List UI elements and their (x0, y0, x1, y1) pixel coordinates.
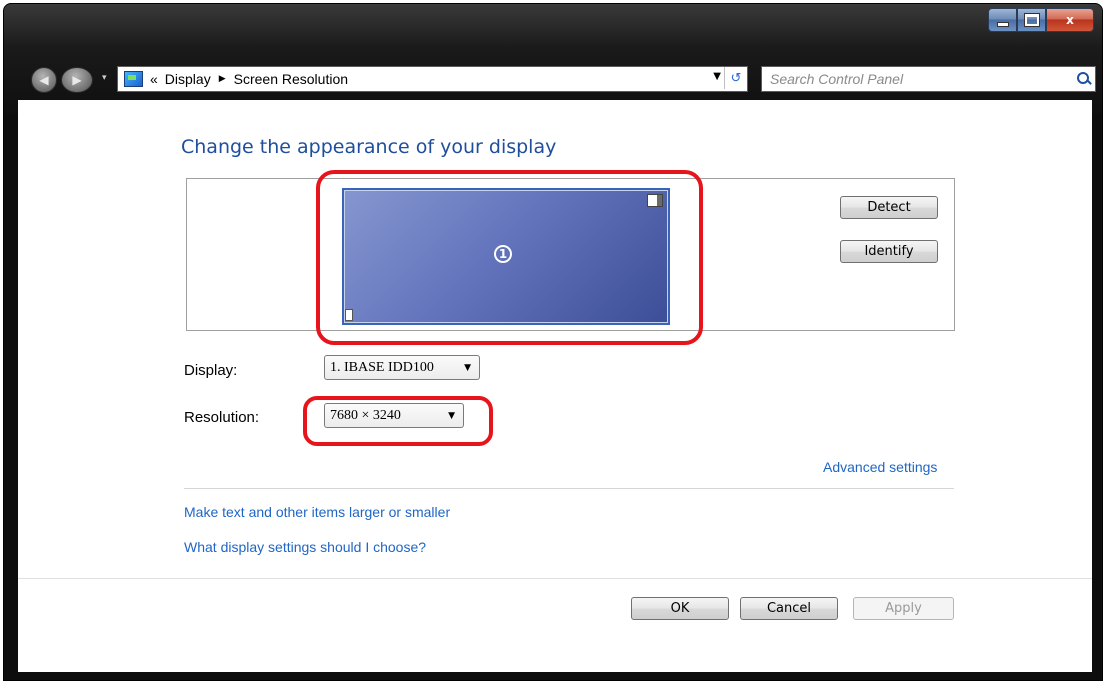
forward-arrow-icon: ▶ (72, 73, 82, 87)
resolution-select-value: 7680 × 3240 (330, 407, 401, 423)
screen-resolution-window: x ◀ ▶ ▾ « Display ▶ Screen Resolution ▼ … (4, 4, 1102, 680)
monitor-arrangement-panel: 1 Detect Identify (186, 178, 955, 331)
chevron-down-icon: ▼ (448, 410, 455, 421)
refresh-icon[interactable]: ↺ (724, 67, 747, 89)
footer-divider (18, 578, 1092, 579)
back-arrow-icon: ◀ (39, 73, 49, 87)
minimize-button[interactable] (988, 8, 1017, 32)
chevron-down-icon: ▼ (464, 362, 471, 373)
breadcrumb-separator-icon[interactable]: ▶ (219, 74, 226, 84)
control-panel-icon (124, 71, 143, 87)
navigation-bar: ◀ ▶ ▾ « Display ▶ Screen Resolution ▼ ↺ (4, 64, 1102, 94)
display-select-value: 1. IBASE IDD100 (330, 359, 434, 375)
apply-button[interactable]: Apply (853, 597, 954, 620)
address-dropdown-icon[interactable]: ▼ (713, 71, 721, 82)
minimize-icon (996, 21, 1009, 27)
breadcrumb-display[interactable]: Display (165, 71, 211, 87)
monitor-1-thumbnail[interactable]: 1 (342, 188, 670, 325)
resolution-select[interactable]: 7680 × 3240 ▼ (324, 403, 464, 428)
address-bar[interactable]: « Display ▶ Screen Resolution ▼ ↺ (117, 66, 748, 92)
breadcrumb-overflow[interactable]: « (150, 71, 158, 87)
detect-button[interactable]: Detect (840, 196, 938, 219)
section-divider (184, 488, 954, 489)
caption-buttons: x (988, 8, 1094, 32)
close-button[interactable]: x (1046, 8, 1094, 32)
advanced-settings-link[interactable]: Advanced settings (823, 459, 937, 475)
taskbar-corner-icon (647, 194, 663, 207)
ok-button[interactable]: OK (631, 597, 729, 620)
resolution-label: Resolution: (184, 409, 260, 426)
window-frame-glass: x ◀ ▶ ▾ « Display ▶ Screen Resolution ▼ … (4, 4, 1102, 114)
maximize-icon (1024, 14, 1039, 26)
text-size-link[interactable]: Make text and other items larger or smal… (184, 504, 450, 520)
page-title: Change the appearance of your display (181, 136, 557, 158)
display-settings-help-link[interactable]: What display settings should I choose? (184, 539, 426, 555)
recent-pages-dropdown[interactable]: ▾ (102, 73, 107, 83)
back-button[interactable]: ◀ (31, 67, 57, 93)
display-label: Display: (184, 362, 238, 379)
search-input[interactable] (768, 68, 1071, 90)
content-area: Change the appearance of your display 1 … (18, 100, 1092, 672)
forward-button[interactable]: ▶ (61, 67, 93, 93)
monitor-number-badge: 1 (494, 245, 512, 263)
display-select[interactable]: 1. IBASE IDD100 ▼ (324, 355, 480, 380)
cancel-button[interactable]: Cancel (740, 597, 838, 620)
search-icon[interactable] (1071, 68, 1095, 90)
maximize-button[interactable] (1017, 8, 1046, 32)
close-icon: x (1066, 13, 1074, 27)
start-corner-icon (345, 309, 353, 321)
breadcrumb-screen-resolution[interactable]: Screen Resolution (234, 71, 348, 87)
search-box[interactable] (761, 66, 1096, 92)
identify-button[interactable]: Identify (840, 240, 938, 263)
